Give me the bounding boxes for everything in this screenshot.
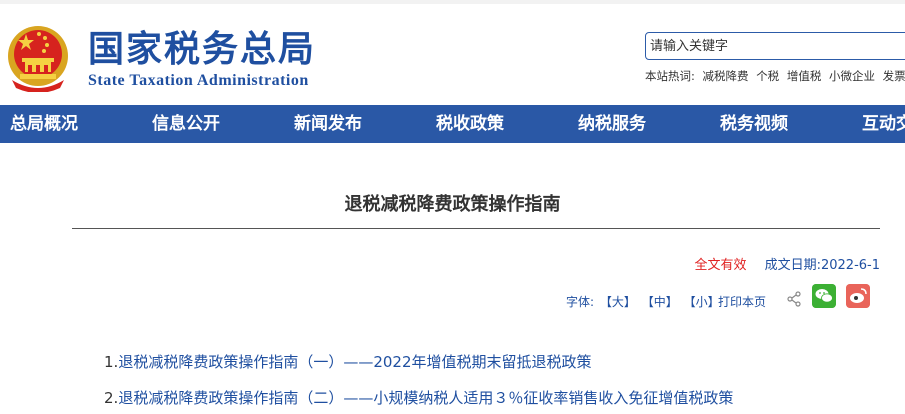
national-emblem-icon	[8, 26, 68, 92]
list-item-number: 2.	[104, 389, 119, 407]
list-item: 2.退税减税降费政策操作指南（二）——小规模纳税人适用３％征收率销售收入免征增值…	[104, 387, 733, 408]
list-item: 1.退税减税降费政策操作指南（一）——2022年增值税期末留抵退税政策	[104, 351, 592, 372]
main-nav: 总局概况 信息公开 新闻发布 税收政策 纳税服务 税务视频 互动交流	[0, 105, 905, 143]
site-title-cn[interactable]: 国家税务总局	[88, 30, 316, 70]
font-size-tools: 字体: 【大】 【中】 【小】	[566, 293, 720, 310]
font-small-button[interactable]: 【小】	[684, 295, 720, 309]
top-strip	[0, 0, 905, 4]
policy-link[interactable]: 退税减税降费政策操作指南（一）——2022年增值税期末留抵退税政策	[118, 353, 591, 371]
print-button[interactable]: 打印本页	[718, 293, 766, 310]
validity-status: 全文有效	[694, 258, 747, 273]
list-item-number: 1.	[104, 353, 119, 371]
hot-word-link[interactable]: 发票	[883, 69, 905, 83]
search-box	[645, 32, 905, 60]
hot-word-link[interactable]: 增值税	[787, 69, 822, 83]
hot-word-link[interactable]: 减税降费	[703, 69, 749, 83]
date-value: 2022-6-1	[820, 258, 880, 273]
nav-item-overview[interactable]: 总局概况	[10, 105, 78, 143]
nav-item-service[interactable]: 纳税服务	[578, 105, 646, 143]
nav-item-info[interactable]: 信息公开	[152, 105, 220, 143]
hot-words-label: 本站热词:	[645, 69, 695, 83]
article-title: 退税减税降费政策操作指南	[344, 194, 561, 215]
wechat-icon[interactable]	[812, 284, 836, 308]
nav-item-interaction[interactable]: 互动交流	[862, 105, 905, 143]
article-meta: 全文有效 成文日期:2022-6-1	[694, 254, 880, 273]
hot-word-link[interactable]: 个税	[756, 69, 779, 83]
hot-word-link[interactable]: 小微企业	[829, 69, 875, 83]
nav-item-policy[interactable]: 税收政策	[436, 105, 504, 143]
share-icon[interactable]	[786, 291, 802, 307]
hot-words: 本站热词: 减税降费 个税 增值税 小微企业 发票	[645, 68, 905, 84]
font-large-button[interactable]: 【大】	[600, 295, 636, 309]
search-input[interactable]	[650, 36, 900, 56]
weibo-icon[interactable]	[846, 284, 870, 308]
nav-item-news[interactable]: 新闻发布	[294, 105, 362, 143]
nav-item-video[interactable]: 税务视频	[720, 105, 788, 143]
font-size-label: 字体:	[566, 295, 595, 309]
site-title-en[interactable]: State Taxation Administration	[88, 72, 309, 90]
title-divider	[72, 228, 880, 229]
font-medium-button[interactable]: 【中】	[642, 295, 678, 309]
date-label: 成文日期:	[764, 258, 821, 273]
policy-link[interactable]: 退税减税降费政策操作指南（二）——小规模纳税人适用３％征收率销售收入免征增值税政…	[118, 389, 733, 407]
